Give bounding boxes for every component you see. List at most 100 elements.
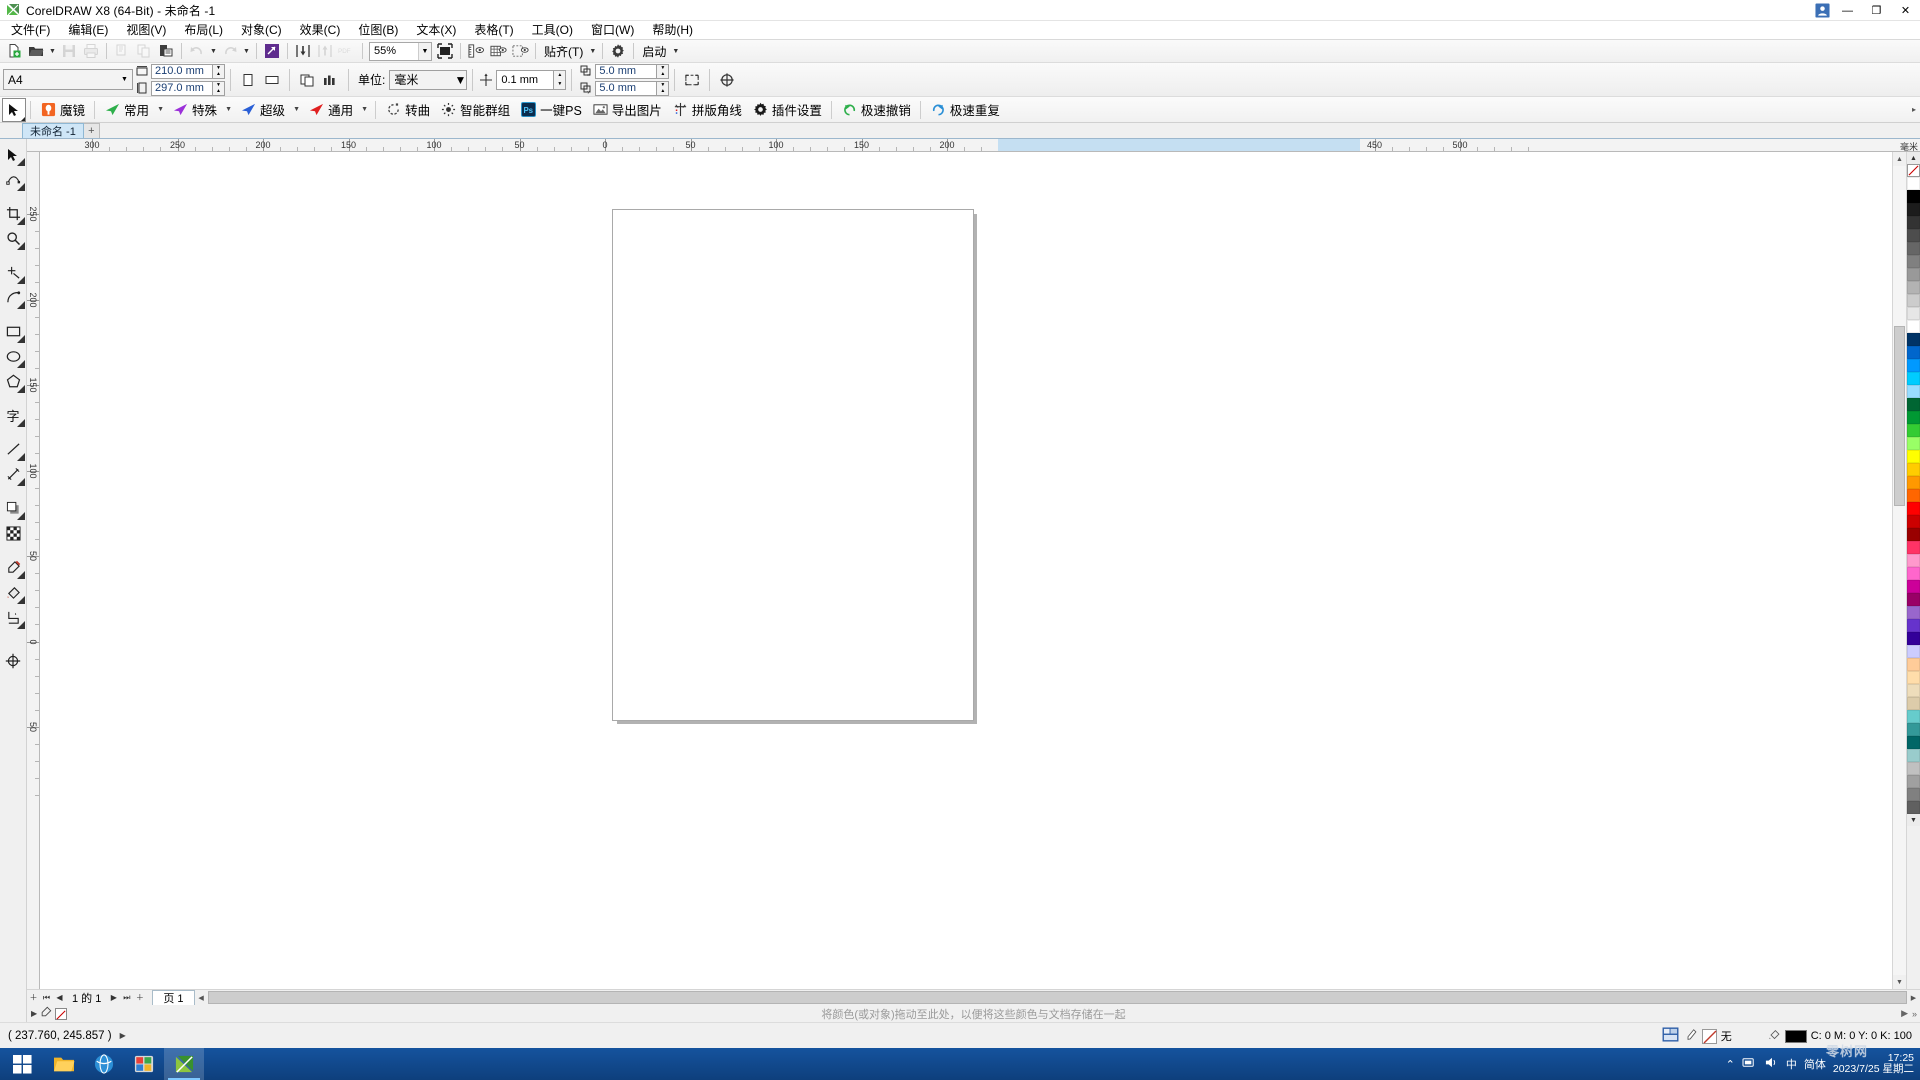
tool-interactive-fill[interactable] <box>1 580 26 605</box>
scroll-up-icon[interactable]: ▲ <box>1893 152 1906 166</box>
plugin-fast-redo[interactable]: 极速重复 <box>925 98 1005 122</box>
copy-button[interactable] <box>133 41 155 62</box>
chevron-down-icon[interactable]: ▼ <box>117 70 132 89</box>
undo-dropdown[interactable]: ▼ <box>208 41 219 62</box>
statusbar-expand-icon[interactable]: ▶ <box>112 1031 126 1040</box>
spinner-up-icon[interactable]: ▲ <box>213 71 224 78</box>
palette-color-swatch[interactable] <box>1907 749 1920 762</box>
spinner-up-icon[interactable]: ▲ <box>554 71 565 80</box>
palette-color-swatch[interactable] <box>1907 762 1920 775</box>
palette-color-swatch[interactable] <box>1907 229 1920 242</box>
plugin-fast-undo[interactable]: 极速撤销 <box>836 98 916 122</box>
palette-color-swatch[interactable] <box>1907 684 1920 697</box>
menu-table[interactable]: 表格(T) <box>465 21 522 40</box>
tool-text[interactable]: 字 <box>1 403 26 428</box>
tool-smart-fill[interactable] <box>1 285 26 310</box>
taskbar-media[interactable] <box>124 1048 164 1080</box>
vscroll-track[interactable] <box>1893 166 1906 975</box>
tool-polygon[interactable] <box>1 369 26 394</box>
page-size-combo[interactable]: A4 ▼ <box>3 69 133 90</box>
menu-text[interactable]: 文本(X) <box>407 21 465 40</box>
ime-mode-label[interactable]: 简体 <box>1804 1056 1826 1072</box>
maximize-button[interactable]: ❐ <box>1862 0 1891 21</box>
nudge-offset-spinner[interactable]: ▲ ▼ <box>554 70 566 90</box>
next-page-button[interactable]: ▶ <box>107 990 120 1005</box>
palette-color-swatch[interactable] <box>1907 190 1920 203</box>
vscroll-thumb[interactable] <box>1894 326 1905 506</box>
palette-eyedropper-icon[interactable] <box>40 1006 52 1021</box>
pick-tool-button[interactable] <box>2 98 26 122</box>
spinner-up-icon[interactable]: ▲ <box>657 88 668 95</box>
tool-transparency[interactable] <box>1 521 26 546</box>
tool-straight-line-connector[interactable] <box>1 462 26 487</box>
outline-pen-icon[interactable] <box>1685 1028 1698 1045</box>
zoom-level-input[interactable] <box>370 43 418 60</box>
page-border-button[interactable] <box>680 68 704 91</box>
menu-file[interactable]: 文件(F) <box>2 21 59 40</box>
first-page-button[interactable]: ⏮ <box>40 990 53 1005</box>
plugin-imposition[interactable]: 拼版角线 <box>667 98 747 122</box>
palette-scroll-right-icon[interactable]: ▶ <box>1901 1008 1908 1019</box>
page-height-field[interactable]: 297.0 mm <box>151 81 213 96</box>
tool-parallel-dimension[interactable] <box>1 437 26 462</box>
import-button[interactable] <box>292 41 314 62</box>
launch-dropdown[interactable]: ▼ <box>670 41 681 62</box>
hscroll-track[interactable] <box>208 991 1907 1004</box>
open-document-dropdown[interactable]: ▼ <box>47 41 58 62</box>
spinner-up-icon[interactable]: ▲ <box>213 88 224 95</box>
palette-color-swatch[interactable] <box>1907 541 1920 554</box>
open-document-button[interactable] <box>25 41 47 62</box>
palette-arrow-icon[interactable]: ▶ <box>31 1009 37 1018</box>
palette-color-swatch[interactable] <box>1907 359 1920 372</box>
portrait-orientation-button[interactable] <box>236 68 260 91</box>
menu-view[interactable]: 视图(V) <box>117 21 175 40</box>
prev-page-button[interactable]: ◀ <box>53 990 66 1005</box>
tool-shape[interactable] <box>1 167 26 192</box>
palette-color-swatch[interactable] <box>1907 502 1920 515</box>
palette-color-swatch[interactable] <box>1907 645 1920 658</box>
menu-tools[interactable]: 工具(O) <box>523 21 582 40</box>
taskbar-browser[interactable] <box>84 1048 124 1080</box>
menu-object[interactable]: 对象(C) <box>232 21 291 40</box>
palette-color-swatch[interactable] <box>1907 437 1920 450</box>
palette-color-swatch[interactable] <box>1907 593 1920 606</box>
plugin-common[interactable]: 常用 <box>99 98 154 122</box>
palette-color-swatch[interactable] <box>1907 489 1920 502</box>
duplicate-y-field[interactable]: 5.0 mm <box>595 81 657 96</box>
plugin-common-dropdown[interactable]: ▼ <box>154 99 167 121</box>
user-account-icon[interactable] <box>1811 0 1833 21</box>
ime-language-label[interactable]: 中 <box>1786 1056 1797 1072</box>
new-document-tab-button[interactable]: + <box>84 123 100 138</box>
tool-drop-shadow[interactable] <box>1 496 26 521</box>
scroll-down-icon[interactable]: ▼ <box>1893 975 1906 989</box>
palette-color-swatch[interactable] <box>1907 736 1920 749</box>
palette-color-swatch[interactable] <box>1907 385 1920 398</box>
palette-color-swatch[interactable] <box>1907 775 1920 788</box>
plugin-universal-dropdown[interactable]: ▼ <box>358 99 371 121</box>
last-page-button[interactable]: ⏭ <box>120 990 133 1005</box>
page-tab[interactable]: 页 1 <box>152 990 194 1005</box>
minimize-button[interactable]: — <box>1833 0 1862 21</box>
plugin-export-image[interactable]: 导出图片 <box>587 98 667 122</box>
new-document-button[interactable] <box>3 41 25 62</box>
bleed-button[interactable] <box>715 68 739 91</box>
tool-freehand[interactable] <box>1 260 26 285</box>
plugin-special[interactable]: 特殊 <box>167 98 222 122</box>
palette-color-swatch[interactable] <box>1907 710 1920 723</box>
palette-color-swatch[interactable] <box>1907 372 1920 385</box>
menu-edit[interactable]: 编辑(E) <box>59 21 117 40</box>
palette-color-swatch[interactable] <box>1907 606 1920 619</box>
page-height-spinner[interactable]: ▼ ▲ <box>213 81 225 96</box>
windows-start-icon[interactable] <box>0 1048 44 1080</box>
plugin-super[interactable]: 超级 <box>235 98 290 122</box>
palette-color-swatch[interactable] <box>1907 424 1920 437</box>
palette-color-swatch[interactable] <box>1907 216 1920 229</box>
palette-color-swatch[interactable] <box>1907 463 1920 476</box>
duplicate-x-spinner[interactable]: ▼ ▲ <box>657 64 669 79</box>
duplicate-y-spinner[interactable]: ▼ ▲ <box>657 81 669 96</box>
color-palette[interactable]: ▲ ▼ <box>1906 152 1920 989</box>
horizontal-ruler[interactable]: 毫米 3002502001501005005010015020025030035… <box>27 139 1920 152</box>
palette-color-swatch[interactable] <box>1907 788 1920 801</box>
document-tab[interactable]: 未命名 -1 <box>22 123 84 138</box>
palette-no-color[interactable] <box>1907 164 1920 177</box>
